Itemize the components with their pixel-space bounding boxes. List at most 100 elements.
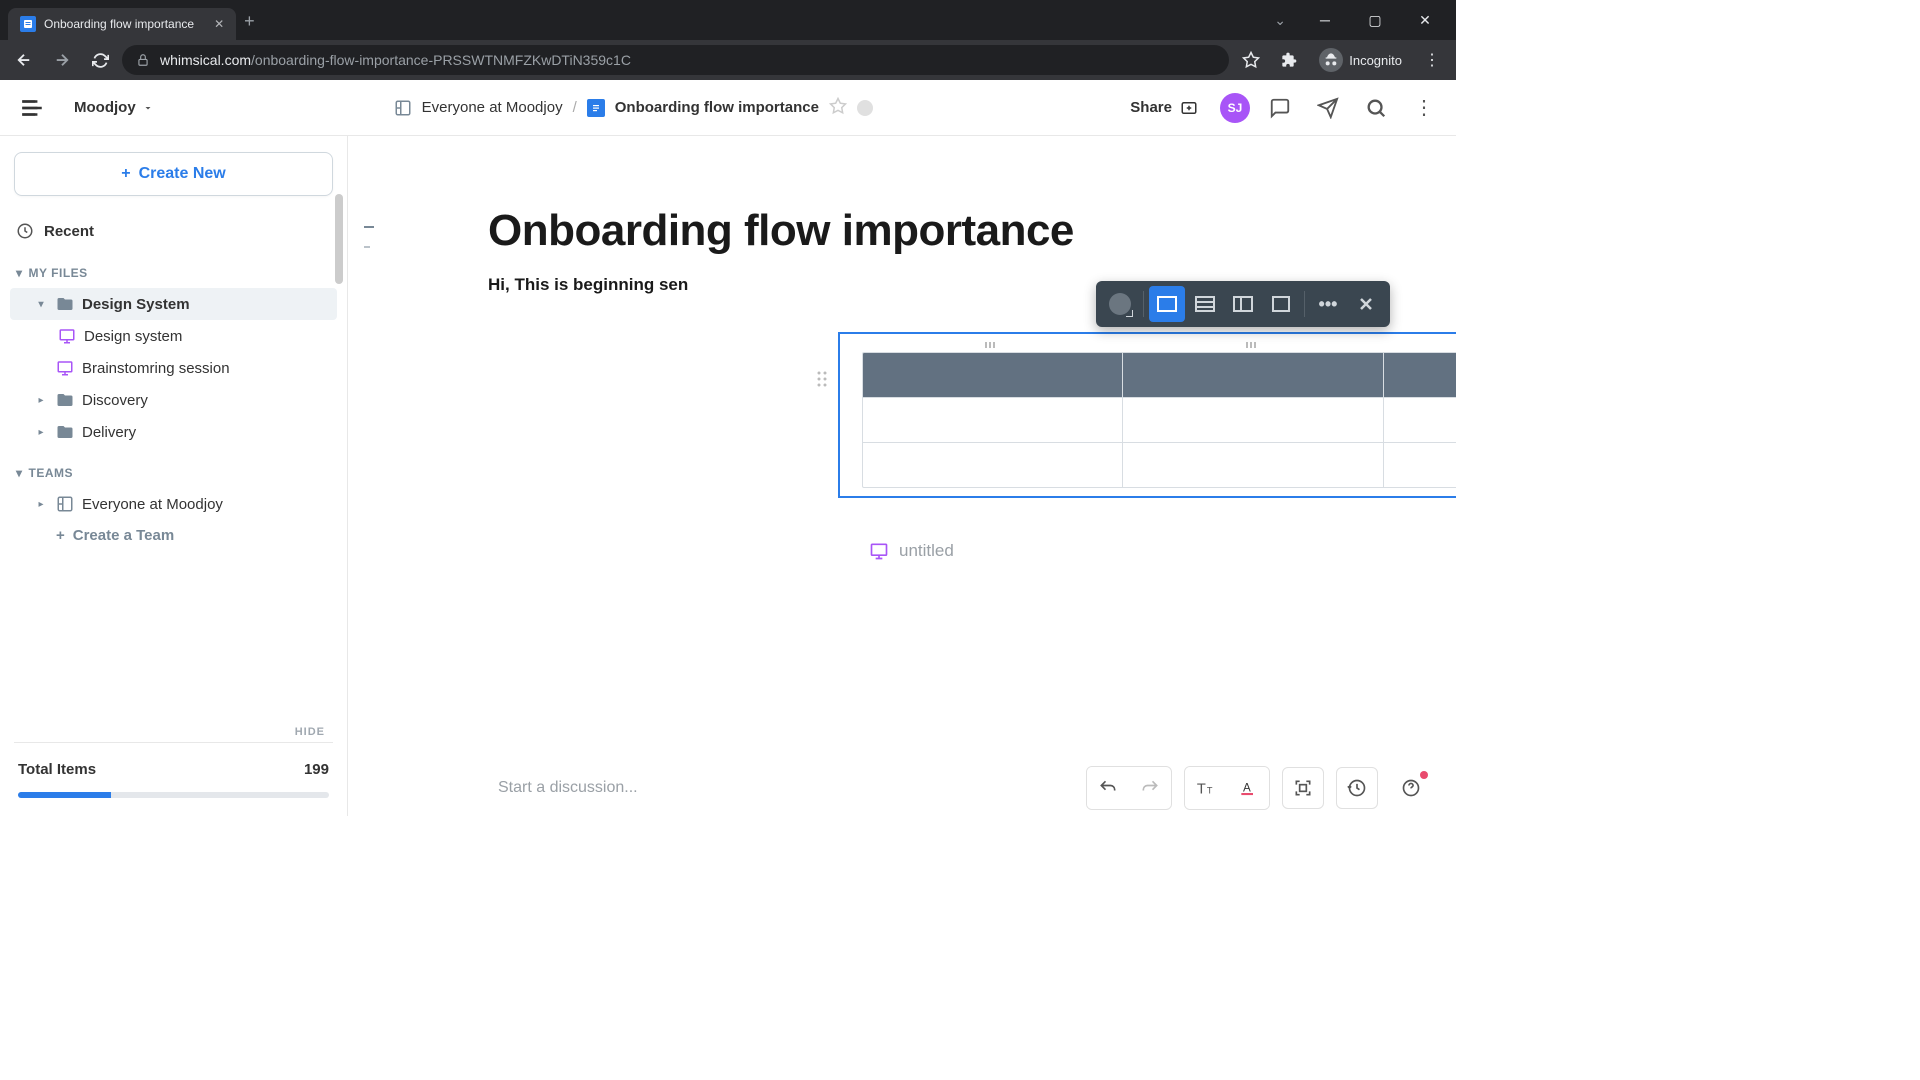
table-style-1-button[interactable]	[1149, 286, 1185, 322]
caret-right-icon: ▸	[34, 395, 48, 406]
table-cell[interactable]	[863, 443, 1123, 487]
table-cell[interactable]	[1123, 443, 1383, 487]
clock-icon	[16, 222, 34, 240]
tab-title: Onboarding flow importance	[44, 17, 194, 31]
redo-button[interactable]	[1129, 767, 1171, 809]
menu-toggle-button[interactable]	[14, 90, 50, 126]
undo-button[interactable]	[1087, 767, 1129, 809]
team-icon	[394, 99, 412, 117]
my-files-label: MY FILES	[29, 266, 88, 280]
share-button[interactable]: Share	[1120, 93, 1208, 123]
favorite-star-icon[interactable]	[829, 97, 847, 119]
teams-section[interactable]: ▾ TEAMS	[10, 448, 337, 488]
hide-button[interactable]: HIDE	[10, 722, 337, 742]
window-close-button[interactable]: ✕	[1402, 4, 1448, 36]
sidebar-scrollbar[interactable]	[335, 194, 343, 716]
table-style-3-button[interactable]	[1225, 286, 1261, 322]
table-header-row[interactable]	[863, 353, 1456, 397]
divider	[1304, 291, 1305, 317]
sync-status-icon	[857, 100, 873, 116]
my-files-section[interactable]: ▾ MY FILES	[10, 248, 337, 288]
table-row[interactable]	[863, 397, 1456, 442]
sidebar-item-team-everyone[interactable]: ▸ Everyone at Moodjoy	[10, 488, 337, 520]
caret-down-icon: ▾	[16, 266, 23, 280]
sidebar: + Create New Recent ▾ MY FILES ▾ Design …	[0, 136, 348, 816]
column-handle[interactable]	[1383, 342, 1456, 348]
comments-icon[interactable]	[1262, 90, 1298, 126]
sidebar-item-discovery[interactable]: ▸ Discovery	[10, 384, 337, 416]
sidebar-item-brainstorming[interactable]: Brainstomring session	[10, 352, 337, 384]
browser-menu-icon[interactable]: ⋮	[1416, 44, 1448, 76]
untitled-board-block[interactable]: untitled	[860, 536, 1456, 566]
table-row[interactable]	[863, 442, 1456, 487]
breadcrumb-current: Onboarding flow importance	[615, 99, 819, 116]
table-header-cell[interactable]	[863, 353, 1123, 397]
total-value: 199	[304, 761, 329, 778]
document-canvas[interactable]: Onboarding flow importance Hi, This is b…	[348, 136, 1456, 816]
outline-marker[interactable]	[364, 226, 374, 228]
extensions-icon[interactable]	[1273, 44, 1305, 76]
window-minimize-button[interactable]: ─	[1302, 4, 1348, 36]
color-picker-button[interactable]	[1102, 286, 1138, 322]
page-title[interactable]: Onboarding flow importance	[488, 206, 1308, 257]
sidebar-item-design-system-folder[interactable]: ▾ Design System	[10, 288, 337, 320]
incognito-icon	[1319, 48, 1343, 72]
create-new-button[interactable]: + Create New	[14, 152, 333, 196]
help-button[interactable]	[1390, 767, 1432, 809]
more-options-button[interactable]: •••	[1310, 286, 1346, 322]
workspace-switcher[interactable]: Moodjoy	[74, 99, 154, 116]
outline-marker[interactable]	[364, 246, 370, 248]
table-cell[interactable]	[1384, 398, 1456, 442]
more-menu-icon[interactable]: ⋮	[1406, 90, 1442, 126]
table-style-2-button[interactable]	[1187, 286, 1223, 322]
text-size-button[interactable]: TT	[1185, 767, 1227, 809]
search-icon[interactable]	[1358, 90, 1394, 126]
table-cell[interactable]	[1384, 443, 1456, 487]
table-cell[interactable]	[863, 398, 1123, 442]
sidebar-item-design-system-board[interactable]: Design system	[10, 320, 337, 352]
back-button[interactable]	[8, 44, 40, 76]
sidebar-item-delivery[interactable]: ▸ Delivery	[10, 416, 337, 448]
text-color-button[interactable]: A	[1227, 767, 1269, 809]
sidebar-item-label: Brainstomring session	[82, 360, 230, 377]
table-style-4-button[interactable]	[1263, 286, 1299, 322]
table-cell[interactable]	[1123, 398, 1383, 442]
recent-label: Recent	[44, 223, 94, 240]
tab-close-icon[interactable]: ✕	[214, 17, 224, 31]
table-header-cell[interactable]	[1384, 353, 1456, 397]
tabs-dropdown-icon[interactable]: ⌄	[1262, 12, 1298, 29]
folder-icon	[56, 295, 74, 313]
fullscreen-button[interactable]	[1282, 767, 1324, 809]
notification-dot-icon	[1420, 771, 1428, 779]
untitled-label: untitled	[899, 541, 954, 561]
folder-icon	[56, 423, 74, 441]
incognito-badge[interactable]: Incognito	[1311, 48, 1410, 72]
create-team-button[interactable]: + Create a Team	[10, 520, 337, 551]
reload-button[interactable]	[84, 44, 116, 76]
close-toolbar-button[interactable]	[1348, 286, 1384, 322]
team-icon	[56, 495, 74, 513]
address-bar[interactable]: whimsical.com/onboarding-flow-importance…	[122, 45, 1229, 75]
window-maximize-button[interactable]: ▢	[1352, 4, 1398, 36]
drag-handle-icon[interactable]	[816, 370, 828, 393]
discussion-input[interactable]: Start a discussion...	[498, 779, 638, 797]
new-tab-button[interactable]: +	[236, 3, 263, 40]
board-icon	[56, 359, 74, 377]
send-icon[interactable]	[1310, 90, 1346, 126]
caret-down-icon: ▾	[16, 466, 23, 480]
table-block[interactable]	[838, 332, 1456, 498]
breadcrumb-parent[interactable]: Everyone at Moodjoy	[422, 99, 563, 116]
history-button[interactable]	[1336, 767, 1378, 809]
table-header-cell[interactable]	[1123, 353, 1383, 397]
recent-button[interactable]: Recent	[10, 214, 337, 248]
user-avatar[interactable]: SJ	[1220, 93, 1250, 123]
caret-right-icon: ▸	[34, 427, 48, 438]
column-handle[interactable]	[1123, 342, 1384, 348]
forward-button[interactable]	[46, 44, 78, 76]
sidebar-item-label: Design System	[82, 296, 190, 313]
bookmark-star-icon[interactable]	[1235, 44, 1267, 76]
column-handle[interactable]	[862, 342, 1123, 348]
browser-tab[interactable]: Onboarding flow importance ✕	[8, 8, 236, 40]
table[interactable]	[862, 352, 1456, 488]
plus-icon: +	[121, 165, 130, 183]
